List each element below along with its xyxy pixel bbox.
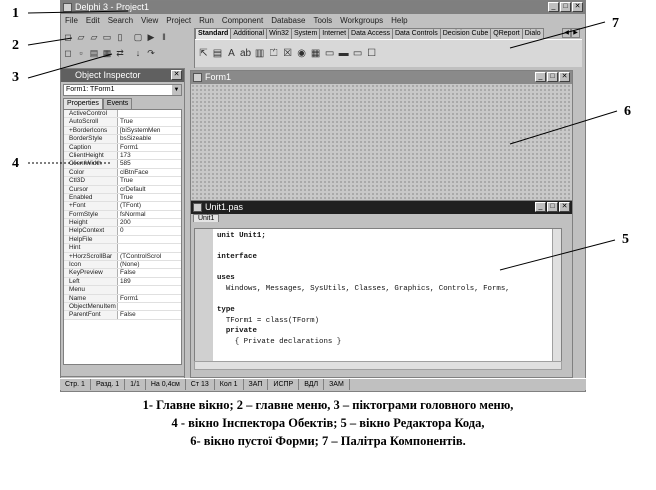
- caption-line-3: 6- вікно пустої Форми; 7 – Палітра Компо…: [190, 434, 466, 448]
- caption-line-2: 4 - вікно Інспектора Обектів; 5 – вікно …: [171, 416, 485, 430]
- caption-line-1: 1- Главне вікно; 2 – главне меню, 3 – пі…: [142, 398, 514, 412]
